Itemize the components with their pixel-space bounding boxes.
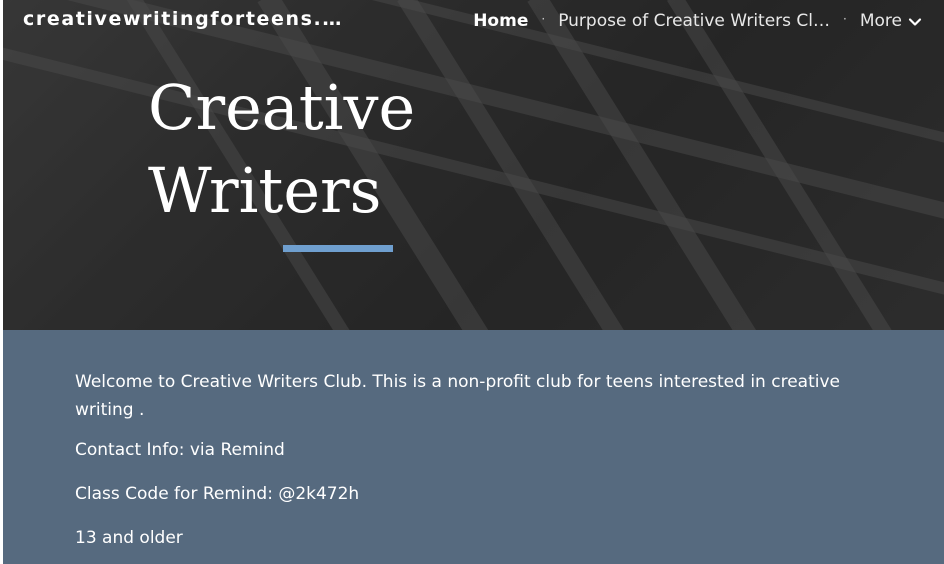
hero-banner: Creative Writers (3, 0, 944, 330)
hero-title: Creative Writers (148, 66, 415, 232)
nav-separator: · (541, 12, 546, 26)
nav-item-home[interactable]: Home (473, 11, 528, 31)
nav-item-purpose[interactable]: Purpose of Creative Writers Cl… (558, 11, 830, 31)
content-section: Welcome to Creative Writers Club. This i… (3, 330, 944, 564)
site-title-link[interactable]: creativewritingforteens.… (23, 8, 343, 30)
title-accent-bar (283, 245, 393, 252)
nav-separator: · (843, 12, 847, 26)
nav-more-menu[interactable]: More (860, 11, 922, 31)
top-navigation-bar: creativewritingforteens.… Home · Purpose… (3, 0, 944, 42)
hero-title-line2: Writers (148, 154, 382, 227)
hero-title-line1: Creative (148, 71, 416, 144)
age-requirement-text: 13 and older (75, 528, 183, 548)
main-nav: Home · Purpose of Creative Writers Cl… ·… (473, 9, 922, 33)
welcome-text: Welcome to Creative Writers Club. This i… (75, 372, 840, 420)
nav-more-label: More (859, 11, 902, 31)
chevron-down-icon (908, 18, 922, 26)
class-code-text: Class Code for Remind: @2k472h (75, 484, 360, 504)
contact-info-text: Contact Info: via Remind (75, 440, 285, 460)
